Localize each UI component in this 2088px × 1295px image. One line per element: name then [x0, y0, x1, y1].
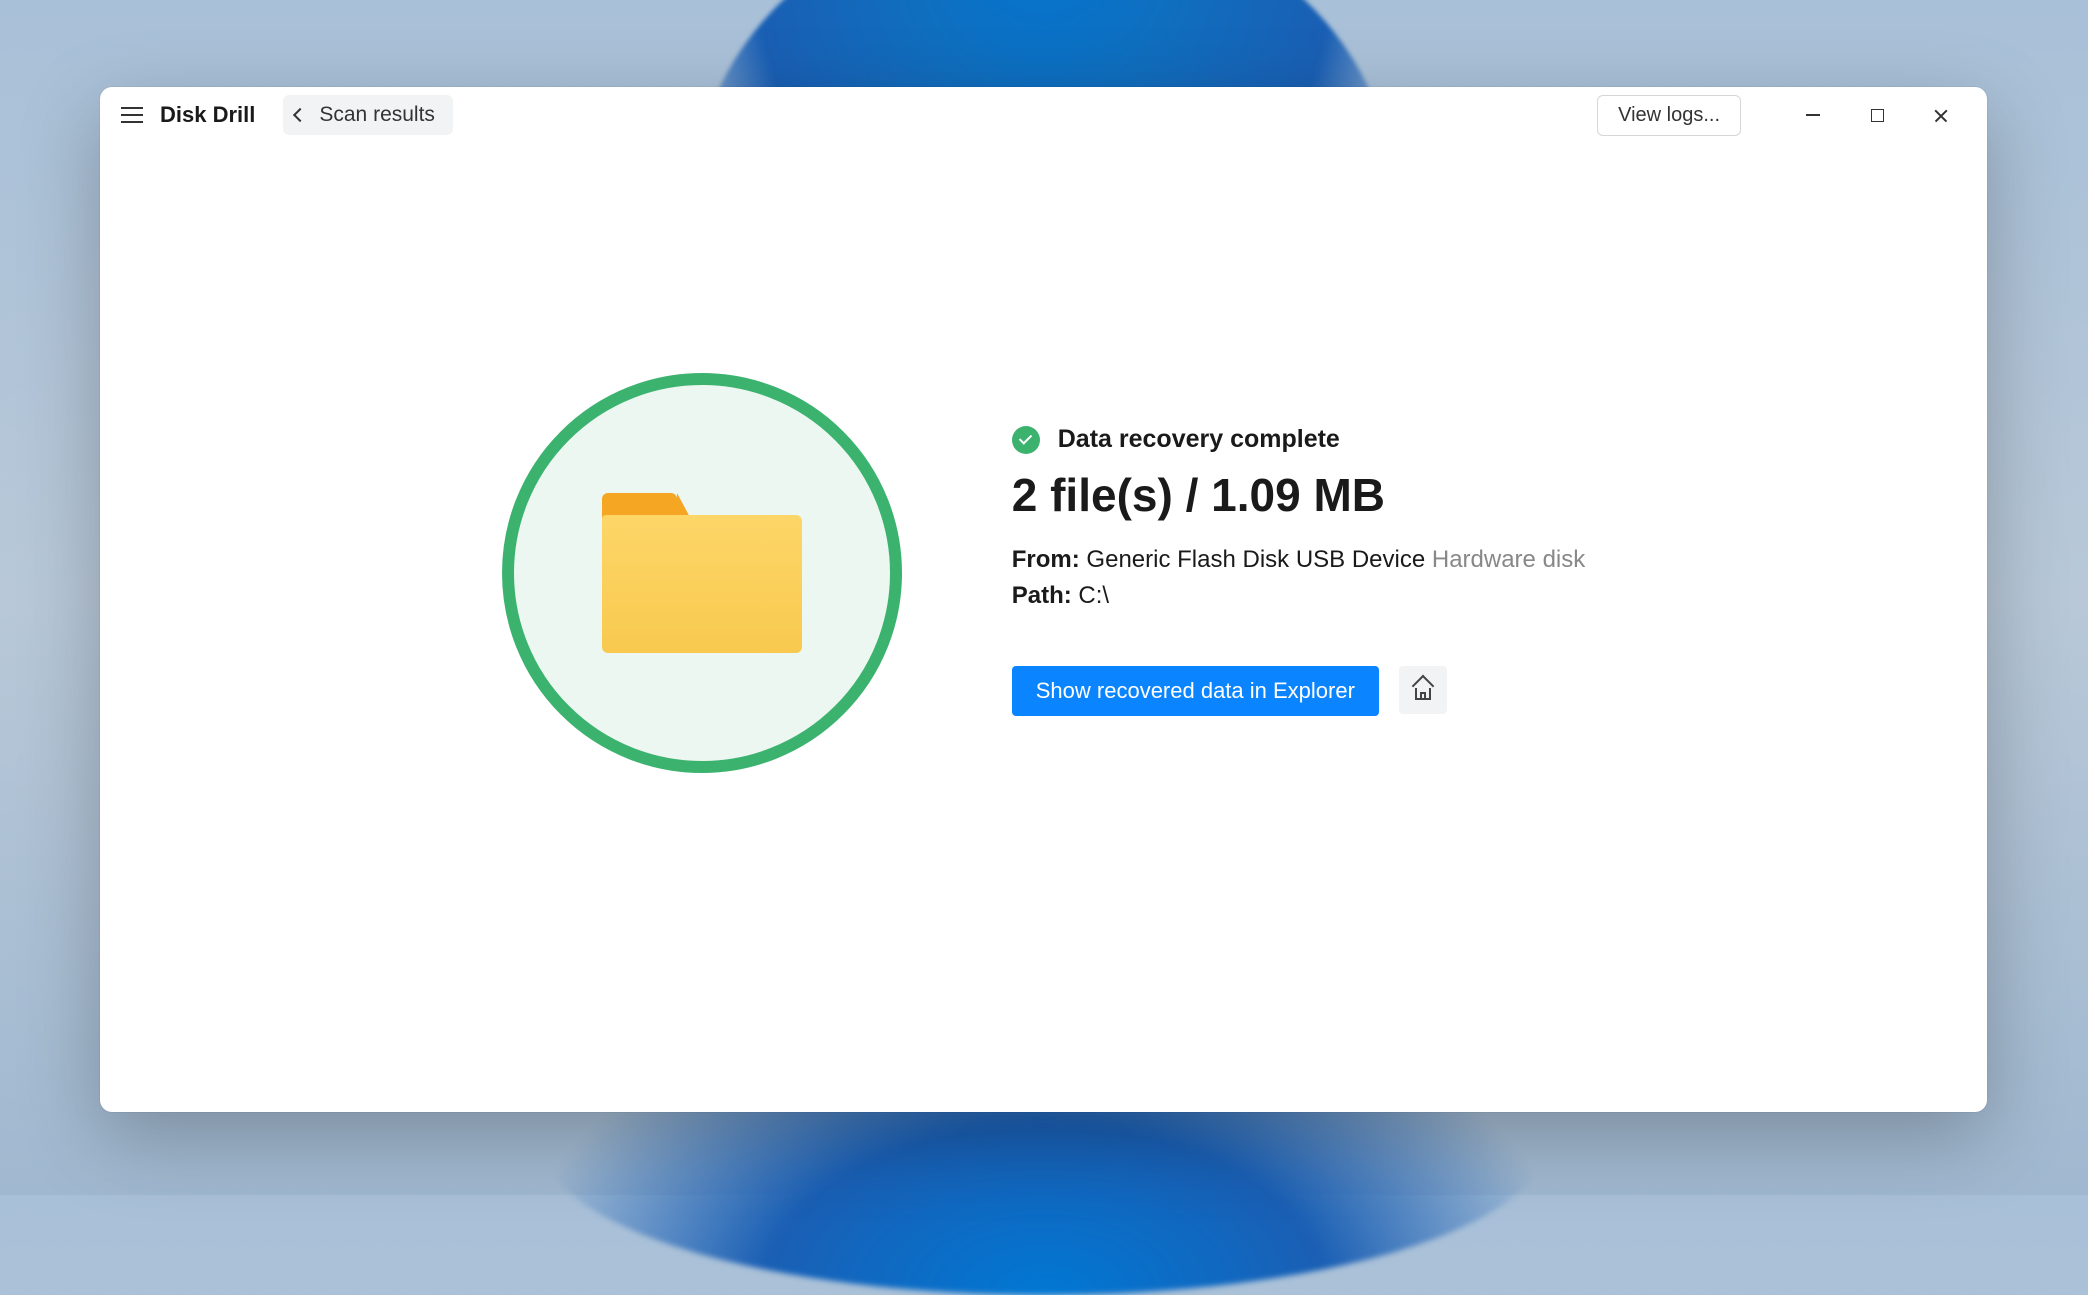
home-button[interactable]: [1399, 666, 1447, 714]
window-controls: [1781, 93, 1973, 137]
chevron-left-icon: [293, 108, 307, 122]
from-row: From: Generic Flash Disk USB Device Hard…: [1012, 546, 1586, 574]
from-label: From:: [1012, 546, 1080, 573]
main-content: Data recovery complete 2 file(s) / 1.09 …: [100, 143, 1987, 1112]
result-summary: 2 file(s) / 1.09 MB: [1012, 468, 1586, 522]
view-logs-button[interactable]: View logs...: [1597, 95, 1741, 136]
recovery-info-panel: Data recovery complete 2 file(s) / 1.09 …: [1012, 373, 1586, 716]
hamburger-menu-button[interactable]: [114, 97, 150, 133]
success-illustration: [502, 373, 902, 773]
folder-icon: [602, 493, 802, 653]
maximize-button[interactable]: [1845, 93, 1909, 137]
status-text: Data recovery complete: [1058, 425, 1340, 454]
from-device-type: Hardware disk: [1432, 546, 1585, 573]
close-button[interactable]: [1909, 93, 1973, 137]
app-window: Disk Drill Scan results View logs...: [100, 87, 1987, 1112]
show-in-explorer-button[interactable]: Show recovered data in Explorer: [1012, 666, 1379, 716]
breadcrumb-label: Scan results: [319, 103, 435, 127]
check-circle-icon: [1012, 426, 1040, 454]
title-bar: Disk Drill Scan results View logs...: [100, 87, 1987, 143]
minimize-button[interactable]: [1781, 93, 1845, 137]
maximize-icon: [1871, 109, 1884, 122]
close-icon: [1933, 107, 1949, 123]
minimize-icon: [1806, 114, 1820, 116]
hamburger-icon: [121, 107, 143, 123]
path-label: Path:: [1012, 582, 1072, 609]
status-row: Data recovery complete: [1012, 425, 1586, 454]
back-to-scan-results-button[interactable]: Scan results: [283, 95, 453, 135]
actions-row: Show recovered data in Explorer: [1012, 666, 1586, 716]
from-device: Generic Flash Disk USB Device: [1086, 546, 1425, 573]
path-value: C:\: [1078, 582, 1109, 609]
home-icon: [1412, 680, 1434, 700]
app-title: Disk Drill: [160, 102, 255, 128]
path-row: Path: C:\: [1012, 582, 1586, 610]
